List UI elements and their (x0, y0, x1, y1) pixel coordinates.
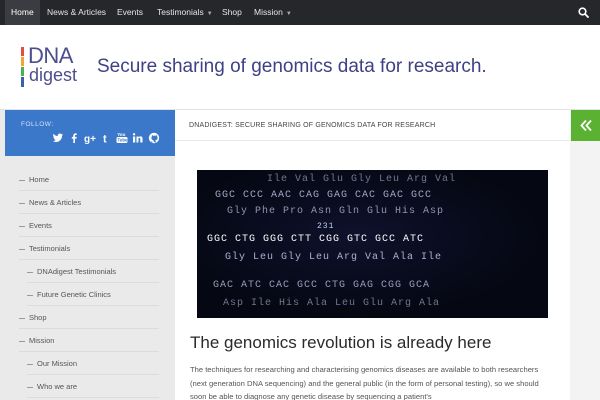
follow-box: FOLLOW: g+ t You Tube (5, 110, 175, 156)
sidebar-item-label: Testimonials (29, 244, 71, 253)
hero-sequence-line: Asp Ile His Ala Leu Glu Arg Ala (223, 298, 441, 309)
logo-bar-green (21, 67, 24, 76)
svg-text:g+: g+ (84, 134, 96, 144)
sidebar-item-label: News & Articles (29, 198, 82, 207)
nav-news-label: News & Articles (47, 7, 107, 17)
dash-icon (19, 248, 25, 250)
main-content: DNADIGEST: SECURE SHARING OF GENOMICS DA… (175, 110, 570, 400)
dash-icon (19, 202, 25, 204)
sidebar-item-label: Events (29, 221, 52, 230)
nav-testimonials[interactable]: Testimonials ▼ (151, 0, 219, 25)
sidebar-item-shop[interactable]: Shop (19, 306, 159, 329)
nav-testimonials-label: Testimonials (157, 7, 204, 17)
search-button[interactable] (567, 0, 600, 25)
sidebar-toggle-button[interactable] (571, 110, 600, 141)
left-sidebar: FOLLOW: g+ t You Tube Home News & Article… (5, 110, 175, 400)
chevron-down-icon: ▼ (206, 11, 213, 17)
dash-icon (19, 340, 25, 342)
hero-sequence-line: Gly Leu Gly Leu Arg Val Ala Ile (225, 252, 443, 263)
nav-shop[interactable]: Shop (216, 0, 248, 25)
hero-sequence-line: GGC CTG GGG CTT CGG GTC GCC ATC (207, 234, 425, 245)
sidebar-item-label: Shop (29, 313, 47, 322)
hero-sequence-line: Gly Phe Pro Asn Gln Glu His Asp (227, 206, 445, 217)
sidebar-item-label: Our Mission (37, 359, 78, 368)
nav-events-label: Events (117, 7, 143, 17)
top-navigation-bar: Home News & Articles Events Testimonials… (0, 0, 600, 25)
dash-icon (19, 317, 25, 319)
svg-text:Tube: Tube (118, 138, 129, 143)
dnadigest-logo[interactable]: DNA digest (21, 43, 91, 89)
dash-icon (27, 386, 33, 388)
sidebar-item-dnadigest-testimonials[interactable]: DNAdigest Testimonials (27, 260, 159, 283)
hero-sequence-line: GAC ATC CAC GCC CTG GAG CGG GCA (213, 280, 431, 291)
article-headline: The genomics revolution is already here (190, 333, 492, 352)
sidebar-item-mission[interactable]: Mission (19, 329, 159, 352)
sidebar-item-label: Mission (29, 336, 55, 345)
right-sidebar-collapsed (570, 110, 600, 400)
sidebar-item-news-articles[interactable]: News & Articles (19, 191, 159, 214)
page-title: DNADIGEST: SECURE SHARING OF GENOMICS DA… (189, 122, 436, 129)
chevron-down-icon: ▼ (285, 11, 292, 17)
double-chevron-left-icon (580, 119, 592, 132)
hero-sequence-line: GGC CCC AAC CAG GAG CAC GAC GCC (215, 190, 433, 201)
svg-text:You: You (117, 132, 125, 137)
dash-icon (27, 294, 33, 296)
logo-bar-orange (21, 57, 24, 66)
github-icon[interactable] (148, 132, 160, 144)
logo-bar-blue (21, 77, 24, 87)
nav-events[interactable]: Events (111, 0, 149, 25)
dash-icon (19, 179, 25, 181)
follow-label: FOLLOW: (21, 121, 54, 128)
sidebar-item-label: Home (29, 175, 50, 184)
nav-home[interactable]: Home (5, 0, 40, 25)
google-plus-icon[interactable]: g+ (84, 132, 96, 144)
page-title-bar: DNADIGEST: SECURE SHARING OF GENOMICS DA… (175, 110, 570, 141)
nav-mission-label: Mission (254, 7, 283, 17)
tumblr-icon[interactable]: t (101, 132, 113, 145)
nav-mission[interactable]: Mission ▼ (248, 0, 298, 25)
sidebar-item-testimonials[interactable]: Testimonials (19, 237, 159, 260)
sidebar-item-future-genetic-clinics[interactable]: Future Genetic Clinics (27, 283, 159, 306)
dash-icon (27, 363, 33, 365)
dash-icon (27, 271, 33, 273)
twitter-icon[interactable] (52, 132, 64, 144)
sidebar-item-who-we-are[interactable]: Who we are (27, 375, 159, 398)
sidebar-item-events[interactable]: Events (19, 214, 159, 237)
hero-sequence-line: 231 (317, 222, 335, 231)
youtube-icon[interactable]: You Tube (116, 132, 128, 144)
svg-text:t: t (103, 134, 107, 145)
sidebar-item-our-mission[interactable]: Our Mission (27, 352, 159, 375)
dash-icon (19, 225, 25, 227)
search-icon (578, 7, 589, 18)
nav-shop-label: Shop (222, 7, 242, 17)
site-tagline: Secure sharing of genomics data for rese… (97, 56, 487, 77)
sidebar-item-label: DNAdigest Testimonials (37, 267, 117, 276)
logo-text-digest: digest (29, 65, 78, 85)
linkedin-icon[interactable] (132, 132, 144, 144)
article-body: The techniques for researching and chara… (190, 365, 539, 400)
sidebar-item-home[interactable]: Home (19, 168, 159, 191)
nav-home-label: Home (11, 7, 34, 17)
dna-sequence-hero-image: Ile Val Glu Gly Leu Arg Val GGC CCC AAC … (197, 170, 548, 318)
site-header: DNA digest Secure sharing of genomics da… (0, 25, 600, 110)
sidebar-item-label: Future Genetic Clinics (37, 290, 111, 299)
facebook-icon[interactable] (68, 132, 80, 144)
nav-news-articles[interactable]: News & Articles (41, 0, 112, 25)
logo-bar-red (21, 47, 24, 56)
sidebar-item-label: Who we are (37, 382, 78, 391)
hero-sequence-line: Ile Val Glu Gly Leu Arg Val (267, 174, 457, 185)
